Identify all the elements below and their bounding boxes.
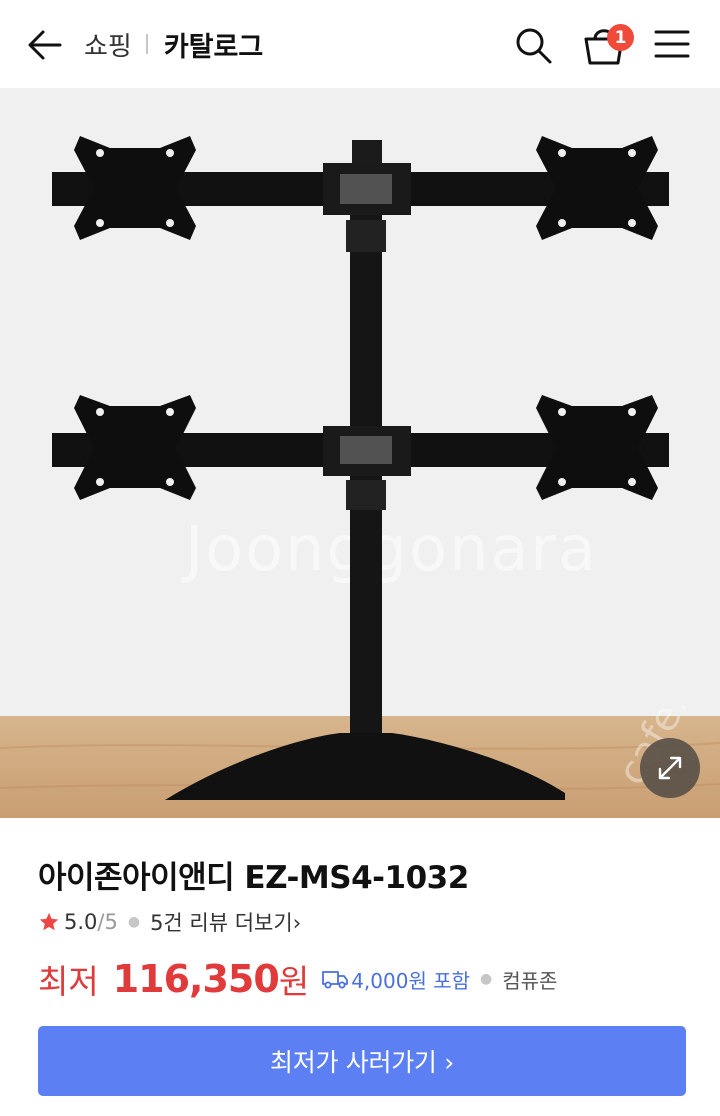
breadcrumb: 쇼핑 카탈로그 [84,24,263,64]
product-image[interactable]: Joonggonara cafe. [0,88,720,818]
rating-max: /5 [97,910,118,934]
separator-dot: ● [127,914,141,930]
price-label: 최저 [38,962,99,1001]
rating-row: 5.0 /5 ● 5건 리뷰 더보기› [38,906,301,938]
price-row: 최저 116,350 원 4,000원 포함 ● 컴퓨존 [38,952,557,1006]
back-arrow-icon[interactable] [22,22,68,68]
top-navigation-bar: 쇼핑 카탈로그 1 [0,0,720,88]
page-title: 카탈로그 [163,31,264,63]
watermark-text: Joonggonara [181,512,598,585]
breadcrumb-separator [145,34,148,54]
cart-count-badge: 1 [607,24,634,51]
breadcrumb-shop[interactable]: 쇼핑 [84,26,132,63]
product-title: 아이존아이앤디 EZ-MS4-1032 [38,860,469,896]
review-link-label: 5건 리뷰 더보기 [150,911,293,935]
expand-icon[interactable] [640,738,700,798]
review-more-link[interactable]: 5건 리뷰 더보기› [150,907,301,937]
seller-name: 컴퓨존 [502,968,558,993]
price-unit: 원 [278,962,310,1001]
buy-lowest-price-button[interactable]: 최저가 사러가기 › [38,1026,686,1096]
monitor-stand-illustration: Joonggonara cafe. [0,88,720,818]
rating-value: 5.0 [64,910,98,934]
separator-dot: ● [480,971,493,987]
search-icon[interactable] [512,24,554,66]
star-icon [39,912,59,931]
hamburger-menu-icon[interactable] [654,26,690,62]
delivery-truck-icon [322,971,349,989]
shipping-fee: 4,000원 포함 [351,968,471,993]
chevron-right-icon: › [292,911,302,935]
lowest-price: 116,350 [112,957,280,1001]
